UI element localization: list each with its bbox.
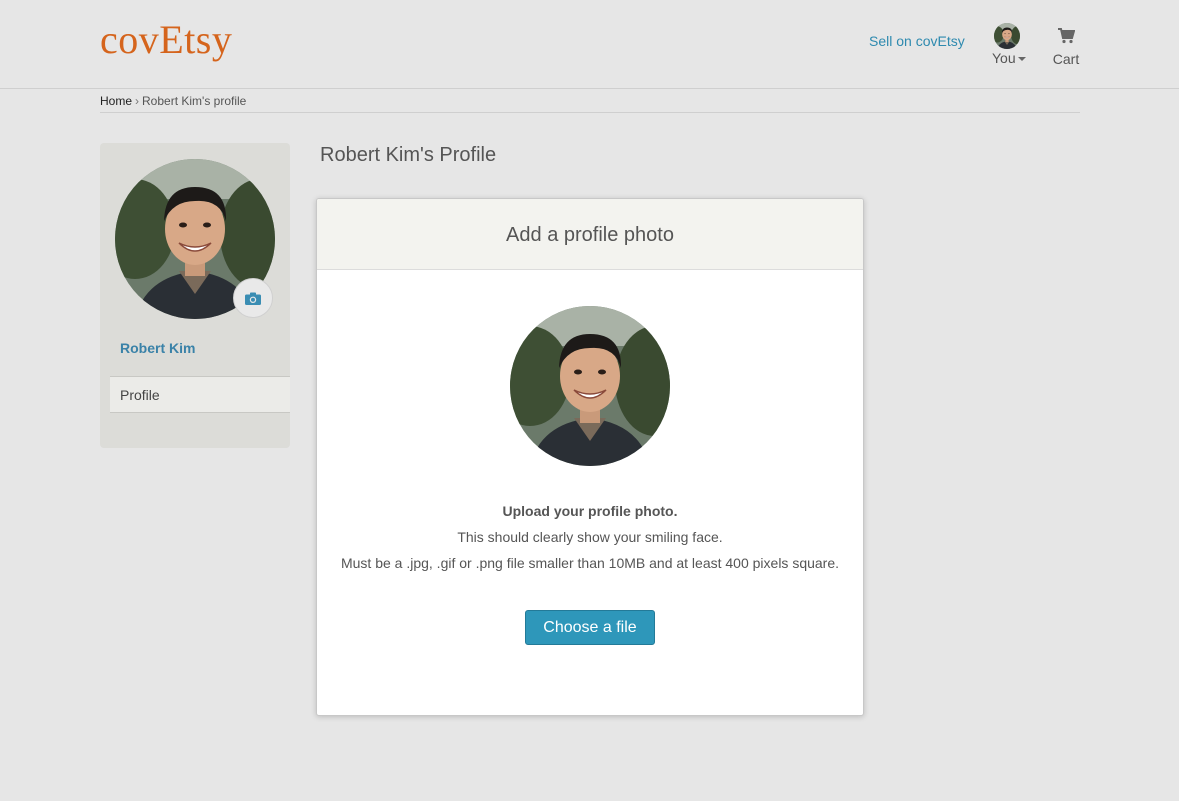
breadcrumb: Home › Robert Kim's profile [100,94,1080,113]
breadcrumb-home[interactable]: Home [100,94,132,108]
breadcrumb-separator: › [135,94,140,108]
camera-icon [245,292,261,305]
profile-name-link[interactable]: Robert Kim [120,340,195,356]
sidebar-item-label: Profile [120,387,160,403]
cart-icon [1058,28,1076,44]
profile-sidebar: Robert Kim Profile [100,143,290,448]
change-photo-button[interactable] [233,278,273,318]
user-avatar-icon[interactable] [994,23,1020,49]
dialog-header: Add a profile photo [317,199,863,270]
sell-link[interactable]: Sell on covEtsy [869,33,965,49]
breadcrumb-current: Robert Kim's profile [142,94,247,108]
site-header: covEtsy Sell on covEtsy You Cart [0,0,1179,89]
dialog-title: Add a profile photo [506,224,674,246]
upload-requirements: Must be a .jpg, .gif or .png file smalle… [340,555,840,571]
cart-link[interactable]: Cart [1050,28,1082,67]
caret-down-icon [1017,57,1026,62]
upload-heading: Upload your profile photo. [502,503,678,519]
page-title: Robert Kim's Profile [320,144,497,166]
choose-file-button[interactable]: Choose a file [525,610,655,645]
upload-instruction: This should clearly show your smiling fa… [457,529,723,545]
sidebar-item-profile[interactable]: Profile [110,376,290,413]
photo-preview [510,306,670,466]
you-menu[interactable]: You [992,23,1034,66]
you-label-text: You [992,50,1016,66]
cart-label: Cart [1052,51,1080,67]
add-photo-dialog: Add a profile photo Upload your profile … [316,198,864,716]
you-menu-label[interactable]: You [992,50,1034,66]
site-logo[interactable]: covEtsy [100,16,232,63]
